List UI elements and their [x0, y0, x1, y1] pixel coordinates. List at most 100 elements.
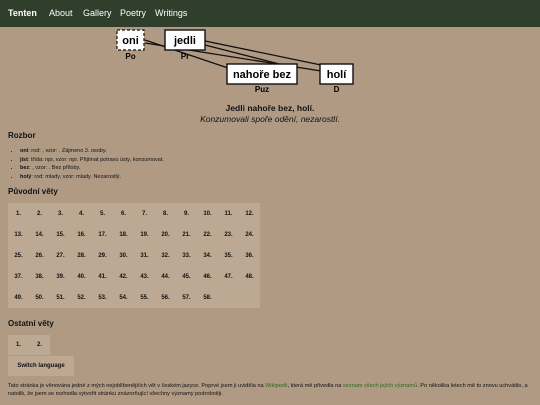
sentence-number: 26. [35, 252, 44, 259]
sentence-link[interactable]: 10. [197, 203, 218, 224]
sentence-link[interactable]: 31. [134, 245, 155, 266]
sentence-link[interactable]: 46. [197, 266, 218, 287]
sentence-link[interactable]: 21. [176, 224, 197, 245]
sentence-link[interactable]: 41. [92, 266, 113, 287]
sentence-link[interactable]: 45. [176, 266, 197, 287]
node-oni-role: Po [125, 52, 135, 61]
sentence-link[interactable]: 13. [8, 224, 29, 245]
sentence-link[interactable]: 25. [8, 245, 29, 266]
nav-link-writings[interactable]: Writings [155, 8, 187, 18]
sentence-link[interactable]: 54. [113, 287, 134, 308]
sentence-link[interactable]: 5. [92, 203, 113, 224]
sentence-link[interactable]: 42. [113, 266, 134, 287]
sentence-number: 29. [98, 252, 107, 259]
sentence-link[interactable]: 33. [176, 245, 197, 266]
sentence-number: 15. [56, 231, 65, 238]
sentence-link[interactable]: 6. [113, 203, 134, 224]
meanings-list-link[interactable]: seznam všech jejích významů [343, 383, 417, 389]
sentence-link[interactable]: 38. [29, 266, 50, 287]
node-oni[interactable]: oni Po [116, 29, 145, 61]
sentence-link[interactable]: 8. [155, 203, 176, 224]
sentence-link[interactable]: 7. [134, 203, 155, 224]
sentence-link[interactable]: 34. [197, 245, 218, 266]
sentence-number: 14. [35, 231, 44, 238]
sentence-link[interactable]: 53. [92, 287, 113, 308]
sentence-link[interactable]: 20. [155, 224, 176, 245]
sentence-link[interactable]: 19. [134, 224, 155, 245]
node-holi-label: holí [327, 69, 347, 81]
brand-link[interactable]: Tenten [8, 8, 37, 18]
sentence-link[interactable]: 2. [29, 203, 50, 224]
sentence-link[interactable]: 39. [50, 266, 71, 287]
sentence-link[interactable]: 24. [239, 224, 260, 245]
node-nahore-bez-label: nahoře bez [233, 69, 292, 81]
wikipedia-link[interactable]: Wikipedii [265, 383, 287, 389]
switch-language-button[interactable]: Switch language [8, 356, 74, 376]
node-jedli-role: Pr [181, 52, 189, 61]
sentence-number: 54. [119, 294, 128, 301]
sentence-number: 31. [140, 252, 149, 259]
sentence-link[interactable]: 57. [176, 287, 197, 308]
sentence-link[interactable]: 27. [50, 245, 71, 266]
nav-link-about[interactable]: About [49, 8, 73, 18]
sentence-link[interactable]: 3. [50, 203, 71, 224]
sentence-number: 7. [141, 210, 147, 217]
rozbor-heading: Rozbor [8, 131, 36, 140]
sentence-link[interactable]: 47. [218, 266, 239, 287]
switch-language-label: Switch language [17, 363, 65, 369]
sentence-link[interactable]: 16. [71, 224, 92, 245]
sentence-number: 24. [245, 231, 254, 238]
sentence-number: 34. [203, 252, 212, 259]
sentence-number: 49. [14, 294, 23, 301]
sentence-link[interactable]: 36. [239, 245, 260, 266]
sentence-link[interactable]: 55. [134, 287, 155, 308]
sentence-number: 32. [161, 252, 170, 259]
sentence-number: 6. [120, 210, 126, 217]
sentence-number: 10. [203, 210, 212, 217]
nav-link-poetry[interactable]: Poetry [120, 8, 146, 18]
node-nahore-bez[interactable]: nahoře bez Puz [226, 63, 298, 94]
sentence-link[interactable]: 49. [8, 287, 29, 308]
sentence-link[interactable]: 29. [92, 245, 113, 266]
rozbor-word: jíst [20, 156, 28, 163]
sentence-link[interactable]: 26. [29, 245, 50, 266]
sentence-link[interactable]: 43. [134, 266, 155, 287]
rozbor-desc: : , vzor: . Bez příloby. [29, 165, 81, 171]
sentence-link[interactable]: 32. [155, 245, 176, 266]
sentence-link[interactable]: 23. [218, 224, 239, 245]
sentence-link[interactable]: 28. [71, 245, 92, 266]
other-sentence-link[interactable]: 1. [8, 335, 29, 355]
node-holi[interactable]: holí D [319, 63, 354, 94]
footer-text: Tato stránka je věnována jedné z mých ne… [8, 382, 534, 398]
sentence-link[interactable]: 12. [239, 203, 260, 224]
sentence-link[interactable]: 22. [197, 224, 218, 245]
sentence-link[interactable]: 14. [29, 224, 50, 245]
sentence-link[interactable]: 35. [218, 245, 239, 266]
sentence-number: 55. [140, 294, 149, 301]
sentence-link[interactable]: 18. [113, 224, 134, 245]
sentence-link[interactable]: 50. [29, 287, 50, 308]
sentence-link[interactable]: 30. [113, 245, 134, 266]
sentence-number: 22. [203, 231, 212, 238]
node-jedli[interactable]: jedli Pr [164, 29, 206, 61]
sentence-link[interactable]: 37. [8, 266, 29, 287]
sentence-link[interactable]: 56. [155, 287, 176, 308]
sentence-link[interactable]: 51. [50, 287, 71, 308]
rozbor-item: bez: , vzor: . Bez příloby. [20, 164, 540, 173]
sentence-link[interactable]: 9. [176, 203, 197, 224]
sentence-link[interactable]: 11. [218, 203, 239, 224]
sentence-number: 13. [14, 231, 23, 238]
sentence-link[interactable]: 48. [239, 266, 260, 287]
sentence-link[interactable]: 17. [92, 224, 113, 245]
nav-link-gallery[interactable]: Gallery [83, 8, 112, 18]
sentence-link[interactable]: 4. [71, 203, 92, 224]
other-sentence-link[interactable]: 2. [29, 335, 50, 355]
sentence-link[interactable]: 52. [71, 287, 92, 308]
sentence-link[interactable]: 40. [71, 266, 92, 287]
sentence-number: 50. [35, 294, 44, 301]
sentence-link[interactable]: 58. [197, 287, 218, 308]
sentence-link[interactable]: 15. [50, 224, 71, 245]
sentence-link[interactable]: 44. [155, 266, 176, 287]
sentence-number: 57. [182, 294, 191, 301]
sentence-link[interactable]: 1. [8, 203, 29, 224]
